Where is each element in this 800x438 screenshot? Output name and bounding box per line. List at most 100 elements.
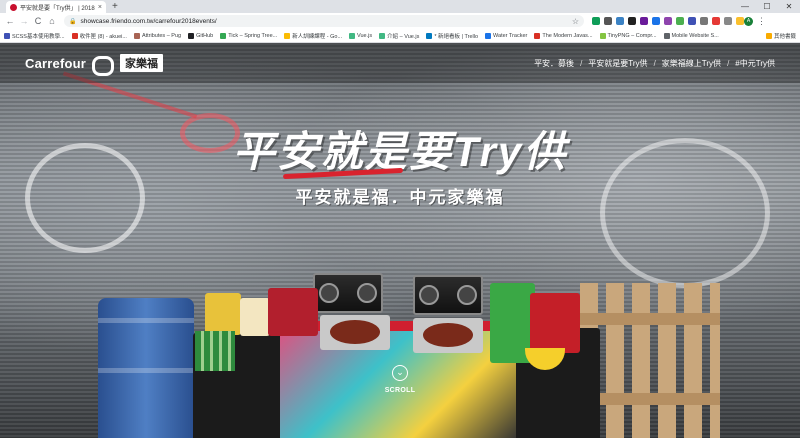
bookmark-star-icon[interactable]: ☆ (572, 17, 579, 26)
carrefour-mark-icon (92, 55, 115, 76)
extension-icon[interactable] (652, 17, 660, 25)
extension-icon[interactable] (736, 17, 744, 25)
page-viewport: Carrefour 家樂福 平安．募後 / 平安就是要Try供 / 家樂福線上T… (0, 43, 800, 438)
extension-icon[interactable] (664, 17, 672, 25)
extension-icon[interactable] (628, 17, 636, 25)
close-window-button[interactable]: ✕ (778, 0, 800, 13)
extension-icon[interactable] (592, 17, 600, 25)
bookmark-item[interactable]: TinyPNG – Compr... (599, 32, 657, 39)
blue-barrel-image (98, 298, 194, 438)
pallet-rail (580, 313, 720, 325)
tab-close-icon[interactable]: × (98, 4, 102, 11)
drink-bottles-image (195, 331, 235, 371)
bookmark-favicon-icon (284, 32, 291, 39)
address-bar[interactable]: 🔒 showcase.friendo.com.tw/carrefour2018e… (64, 15, 584, 27)
extension-icon[interactable] (616, 17, 624, 25)
bookmark-favicon-icon (220, 32, 227, 39)
bookmark-item[interactable]: * 新絕看板 | Trello (426, 32, 478, 40)
bookmark-favicon-icon (663, 32, 670, 39)
bookmark-favicon-icon (534, 32, 541, 39)
boombox-speaker (457, 285, 477, 305)
wooden-pallet-image (580, 283, 720, 438)
bookmark-item[interactable]: 介紹 – Vue.js (379, 32, 419, 40)
bookmark-item[interactable]: Mobile Website S... (663, 32, 719, 39)
barrel-band (98, 318, 194, 323)
other-bookmarks-label: 其他書籤 (773, 33, 796, 40)
reload-button[interactable]: C (32, 16, 44, 26)
minimize-button[interactable]: — (734, 0, 756, 13)
bookmark-label: GitHub (196, 32, 214, 39)
home-button[interactable]: ⌂ (46, 16, 58, 26)
boombox-image (313, 273, 383, 313)
bookmarks-bar: SCSS基本使用教學... 收件匣 (8) - akuei... Attribute… (0, 29, 800, 43)
tab-favicon-icon (10, 3, 17, 11)
nav-link-try-gong[interactable]: 平安就是要Try供 (588, 58, 647, 69)
extension-icon[interactable] (688, 17, 696, 25)
bookmark-item[interactable]: 收件匣 (8) - akuei... (71, 32, 127, 40)
extension-icon[interactable] (640, 17, 648, 25)
bookmark-label: 介紹 – Vue.js (387, 33, 420, 40)
bookmark-favicon-icon (188, 32, 195, 39)
bookmark-label: TinyPNG – Compr... (607, 32, 657, 39)
bookmark-item[interactable]: Vue.js (349, 32, 373, 39)
back-button[interactable]: ← (4, 16, 16, 26)
boombox-speaker (419, 285, 439, 305)
nav-separator: / (727, 58, 730, 68)
nav-link-online-try-gong[interactable]: 家樂福線上Try供 (662, 58, 721, 69)
browser-tab[interactable]: 平安就是要「Try供」 | 2018中 × (6, 1, 106, 13)
nav-link-hashtag[interactable]: #中元Try供 (735, 58, 775, 69)
hero-subtitle: 平安就是福．中元家樂福 (295, 188, 505, 207)
carrefour-logo[interactable]: Carrefour 家樂福 (25, 54, 164, 76)
extension-icon[interactable] (676, 17, 684, 25)
bookmark-item[interactable]: GitHub (188, 32, 214, 39)
bookmark-favicon-icon (485, 32, 492, 39)
boombox-image (413, 275, 483, 315)
snack-package-image (268, 288, 318, 336)
bookmark-item[interactable]: The Modern Javas... (534, 32, 593, 39)
scroll-down-button[interactable]: ⌄ SCROLL (378, 365, 422, 394)
bookmark-favicon-icon (71, 32, 78, 39)
profile-avatar[interactable]: A (744, 16, 753, 26)
bookmark-label: Attributes – Pug (141, 32, 182, 39)
vinyl-disc (423, 323, 473, 347)
extension-icon[interactable] (604, 17, 612, 25)
extension-icon[interactable] (700, 17, 708, 25)
snack-package-image (240, 298, 270, 336)
bookmark-label: Vue.js (357, 32, 373, 39)
scroll-label: SCROLL (384, 387, 416, 394)
bookmark-label: Tick – Spring Tree... (228, 32, 278, 39)
bookmark-item[interactable]: Attributes – Pug (133, 32, 182, 39)
snack-package-image (205, 293, 241, 335)
extension-icon[interactable] (712, 17, 720, 25)
barrel-band (98, 368, 194, 373)
bookmark-label: 新人訓練課程 - Go... (292, 33, 343, 40)
nav-link-ping-an-mu-hou[interactable]: 平安．募後 (534, 58, 574, 69)
bookmark-favicon-icon (599, 32, 606, 39)
url-text[interactable]: showcase.friendo.com.tw/carrefour2018eve… (80, 18, 216, 25)
bookmark-favicon-icon (379, 32, 386, 39)
bookmark-item[interactable]: 新人訓練課程 - Go... (284, 32, 342, 40)
new-tab-button[interactable]: + (112, 1, 118, 13)
window-controls: — ☐ ✕ (734, 0, 800, 13)
maximize-button[interactable]: ☐ (756, 0, 778, 13)
site-header: Carrefour 家樂福 平安．募後 / 平安就是要Try供 / 家樂福線上T… (0, 43, 800, 83)
site-nav: 平安．募後 / 平安就是要Try供 / 家樂福線上Try供 / #中元Try供 (534, 58, 775, 69)
nav-separator: / (653, 58, 656, 68)
bookmark-label: 收件匣 (8) - akuei... (79, 33, 127, 40)
chevron-down-icon: ⌄ (392, 365, 408, 381)
bookmark-favicon-icon (133, 32, 140, 39)
other-bookmarks[interactable]: 其他書籤 (765, 32, 796, 40)
tab-strip: 平安就是要「Try供」 | 2018中 × + — ☐ ✕ (0, 0, 800, 13)
extension-icon[interactable] (724, 17, 732, 25)
turntable-image (320, 315, 390, 350)
brand-name-cn: 家樂福 (120, 54, 164, 72)
bookmark-favicon-icon (426, 32, 433, 39)
bookmark-item[interactable]: Water Tracker (485, 32, 528, 39)
lock-icon[interactable]: 🔒 (69, 18, 76, 25)
forward-button[interactable]: → (18, 16, 30, 26)
browser-menu-icon[interactable]: ⋮ (757, 16, 766, 27)
bookmark-item[interactable]: SCSS基本使用教學... (4, 32, 65, 40)
bookmark-item[interactable]: Tick – Spring Tree... (220, 32, 278, 39)
turntable-image (413, 318, 483, 353)
bookmark-label: Water Tracker (493, 32, 528, 39)
